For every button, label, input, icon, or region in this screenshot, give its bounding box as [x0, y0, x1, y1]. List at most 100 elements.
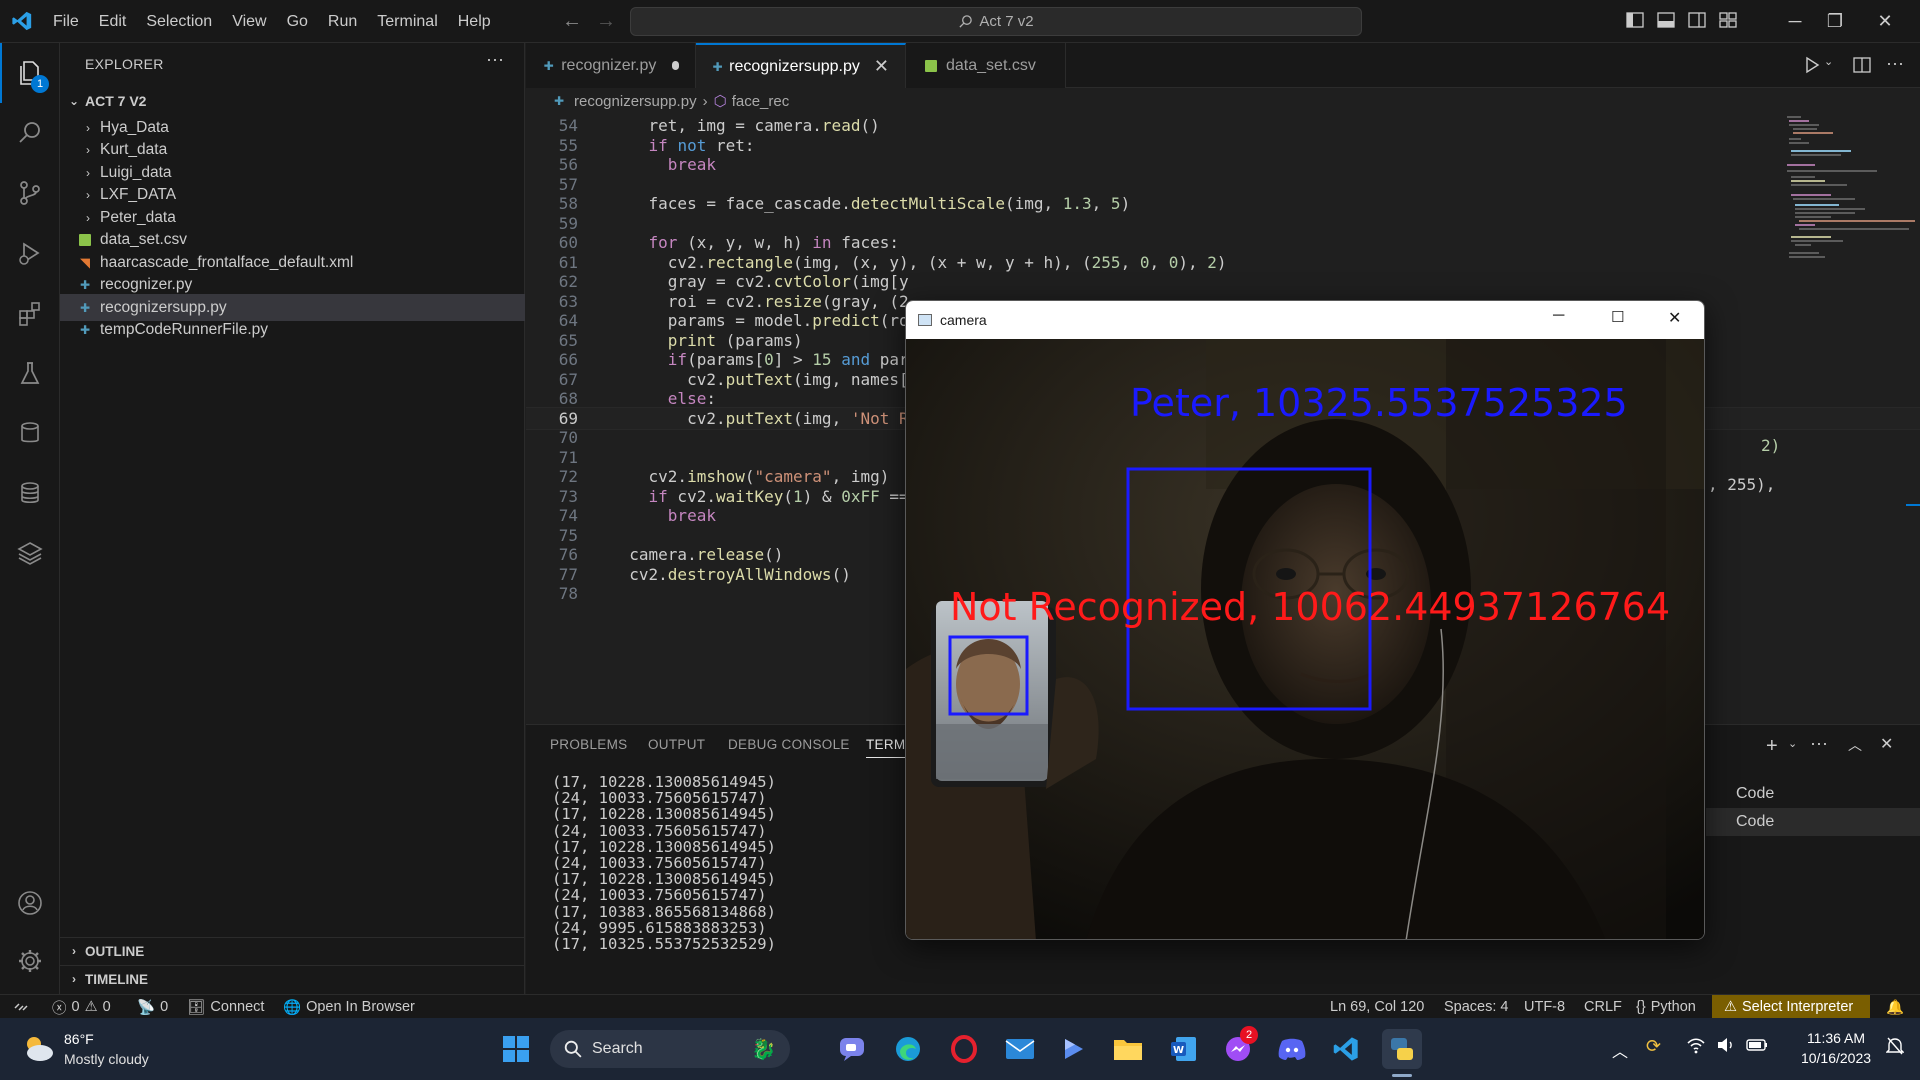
file-explorer-icon[interactable]: [1108, 1029, 1148, 1069]
tab-terminal[interactable]: TERMI: [866, 737, 910, 758]
python-file-icon: ✚: [79, 300, 91, 315]
power-automate-icon[interactable]: [1054, 1029, 1094, 1069]
restore-window-icon[interactable]: ❐: [1810, 0, 1860, 43]
mail-icon[interactable]: [1000, 1029, 1040, 1069]
csv-file-icon: [76, 232, 94, 248]
tab-recognizersupp[interactable]: ✚ recognizersupp.py ✕: [696, 43, 906, 88]
toggle-primary-sidebar-icon[interactable]: [1625, 10, 1647, 32]
tab-debug-console[interactable]: DEBUG CONSOLE: [728, 737, 850, 752]
start-windows-icon[interactable]: [496, 1029, 536, 1069]
chevron-right-icon: ›: [86, 210, 90, 225]
database-icon: 🗄: [187, 999, 206, 1016]
terminal-dropdown-icon[interactable]: ⌄: [1788, 737, 1797, 750]
more-actions-icon[interactable]: ···: [486, 49, 504, 70]
customize-layout-icon[interactable]: [1718, 10, 1740, 32]
tab-data-set[interactable]: data_set.csv: [906, 43, 1066, 88]
menu-selection[interactable]: Selection: [136, 0, 222, 43]
close-window-icon[interactable]: ✕: [1668, 308, 1681, 328]
edge-browser-icon[interactable]: [888, 1029, 928, 1069]
minimize-window-icon[interactable]: ─: [1553, 307, 1564, 325]
new-terminal-icon[interactable]: +: [1766, 735, 1778, 758]
encoding-status[interactable]: UTF-8: [1524, 995, 1565, 1019]
connect-status[interactable]: 🗄 Connect: [187, 995, 264, 1019]
remote-indicator-icon[interactable]: [0, 995, 42, 1019]
taskbar-search-box[interactable]: Search 🐉: [550, 1030, 790, 1068]
panel-more-icon[interactable]: ···: [1810, 733, 1828, 754]
tree-item[interactable]: ✚ tempCodeRunnerFile.py: [60, 317, 525, 344]
toggle-panel-icon[interactable]: [1656, 10, 1678, 32]
split-editor-icon[interactable]: [1852, 55, 1872, 80]
settings-gear-icon[interactable]: [0, 931, 60, 991]
discord-icon[interactable]: [1272, 1029, 1312, 1069]
vscode-taskbar-icon[interactable]: [1326, 1029, 1366, 1069]
ports-status[interactable]: 📡 0: [137, 995, 168, 1019]
problems-status[interactable]: ⓧ 0 ⚠ 0: [52, 995, 111, 1019]
tab-output[interactable]: OUTPUT: [648, 737, 705, 752]
tree-item-label: recognizersupp.py: [100, 298, 227, 316]
select-interpreter-status[interactable]: ⚠ Select Interpreter: [1712, 995, 1870, 1019]
accounts-icon[interactable]: [0, 873, 60, 933]
database-icon[interactable]: [0, 403, 60, 463]
weather-desc[interactable]: Mostly cloudy: [64, 1051, 149, 1067]
menu-help[interactable]: Help: [448, 0, 501, 43]
camera-title-bar[interactable]: camera ─ ☐ ✕: [906, 301, 1704, 339]
menu-file[interactable]: File: [43, 0, 89, 43]
timeline-section[interactable]: › TIMELINE: [60, 965, 525, 992]
menu-go[interactable]: Go: [277, 0, 318, 43]
menu-edit[interactable]: Edit: [89, 0, 137, 43]
editor-more-icon[interactable]: ···: [1886, 53, 1904, 74]
toggle-secondary-sidebar-icon[interactable]: [1687, 10, 1709, 32]
run-python-icon[interactable]: [1802, 55, 1822, 80]
battery-icon[interactable]: [1746, 1037, 1768, 1058]
sync-icon[interactable]: ⟳: [1646, 1036, 1661, 1057]
teams-chat-icon[interactable]: [832, 1029, 872, 1069]
forward-arrow-icon[interactable]: →: [589, 10, 623, 33]
menu-run[interactable]: Run: [318, 0, 367, 43]
notifications-bell-icon[interactable]: 🔔: [1886, 995, 1904, 1019]
back-arrow-icon[interactable]: ←: [555, 10, 589, 33]
show-hidden-icons-icon[interactable]: ︿: [1612, 1038, 1628, 1062]
extensions-icon[interactable]: [0, 283, 60, 343]
tab-recognizer[interactable]: ✚ recognizer.py: [526, 43, 696, 88]
camera-window[interactable]: camera ─ ☐ ✕ Peter, 10325.5537525325 Not…: [905, 300, 1705, 940]
source-control-icon[interactable]: [0, 163, 60, 223]
volume-icon[interactable]: [1716, 1036, 1736, 1059]
word-icon[interactable]: W: [1164, 1029, 1204, 1069]
indentation-status[interactable]: Spaces: 4: [1444, 995, 1509, 1019]
workspace-folder[interactable]: ⌄ ACT 7 V2: [60, 87, 525, 114]
close-tab-icon[interactable]: ✕: [874, 56, 889, 77]
sql-database-icon[interactable]: [0, 463, 60, 523]
minimap[interactable]: [1785, 114, 1915, 284]
open-in-browser-status[interactable]: 🌐 Open In Browser: [283, 995, 415, 1019]
eol-status[interactable]: CRLF: [1584, 995, 1622, 1019]
terminal-list-item[interactable]: Code: [1706, 808, 1920, 836]
outline-section[interactable]: › OUTLINE: [60, 937, 525, 964]
python-taskbar-icon[interactable]: [1382, 1029, 1422, 1069]
testing-flask-icon[interactable]: [0, 343, 60, 403]
opera-browser-icon[interactable]: [944, 1029, 984, 1069]
layers-icon[interactable]: [0, 523, 60, 583]
weather-temp[interactable]: 86°F: [64, 1031, 94, 1047]
breadcrumb-symbol[interactable]: face_rec: [732, 93, 790, 110]
close-window-icon[interactable]: ✕: [1860, 0, 1910, 43]
clock-date[interactable]: 10/16/2023: [1786, 1050, 1886, 1066]
command-center-search[interactable]: Act 7 v2: [630, 7, 1362, 36]
notification-center-icon[interactable]: [1885, 1036, 1905, 1061]
wifi-icon[interactable]: [1686, 1036, 1706, 1059]
tree-item-label: tempCodeRunnerFile.py: [100, 321, 269, 338]
maximize-window-icon[interactable]: ☐: [1611, 308, 1624, 326]
run-debug-icon[interactable]: [0, 223, 60, 283]
maximize-panel-icon[interactable]: ︿: [1848, 735, 1862, 755]
tab-problems[interactable]: PROBLEMS: [550, 737, 627, 752]
menu-view[interactable]: View: [222, 0, 276, 43]
language-status[interactable]: {} Python: [1636, 995, 1696, 1019]
run-dropdown-icon[interactable]: ⌄: [1824, 55, 1833, 68]
explorer-icon[interactable]: [0, 43, 60, 103]
menu-terminal[interactable]: Terminal: [367, 0, 447, 43]
breadcrumb-file[interactable]: recognizersupp.py: [574, 93, 697, 110]
terminal-list-item[interactable]: Code: [1706, 780, 1920, 808]
close-panel-icon[interactable]: ✕: [1880, 734, 1893, 754]
clock-time[interactable]: 11:36 AM: [1786, 1030, 1886, 1046]
cursor-position[interactable]: Ln 69, Col 120: [1330, 995, 1424, 1019]
search-icon[interactable]: [0, 103, 60, 163]
